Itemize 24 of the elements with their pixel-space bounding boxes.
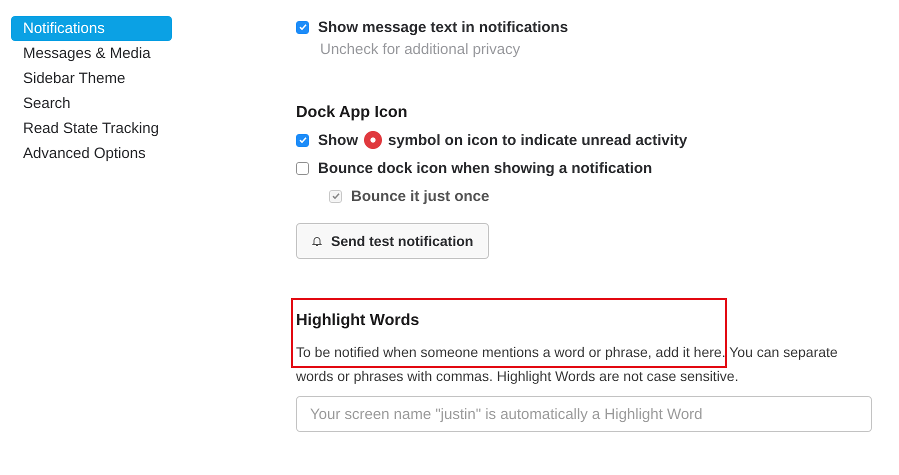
option-label: Bounce it just once <box>351 188 490 204</box>
sidebar-item[interactable]: Advanced Options <box>11 141 172 166</box>
checkbox[interactable] <box>296 20 309 34</box>
sidebar-item[interactable]: Messages & Media <box>11 41 172 66</box>
sidebar-item[interactable]: Read State Tracking <box>11 116 172 141</box>
option-label: Show <box>318 132 358 148</box>
sidebar-item[interactable]: Search <box>11 91 172 116</box>
send-test-notification-button[interactable]: Send test notification <box>296 223 489 259</box>
check-icon <box>298 22 308 32</box>
check-icon <box>298 135 308 145</box>
sidebar-item[interactable]: Sidebar Theme <box>11 66 172 91</box>
bell-icon <box>311 235 323 247</box>
option-label: Show message text in notifications <box>318 18 568 36</box>
badge-icon <box>364 131 382 149</box>
section-heading: Dock App Icon <box>296 104 408 122</box>
section-heading: Highlight Words <box>296 312 420 330</box>
highlight-words-input[interactable]: Your screen name "justin" is automatically a Highlight Word <box>296 396 872 432</box>
option-hint: Uncheck for additional privacy <box>320 41 522 58</box>
checkbox[interactable] <box>296 162 309 174</box>
option-label: Bounce dock icon when showing a notification <box>318 160 652 176</box>
option-label: symbol on icon to indicate unread activity <box>388 132 688 148</box>
description-text: To be notified when someone mentions a word or phrase, add it here. You can separate words or phrases with commas. Highlight Words are not case sensitive. <box>296 343 839 386</box>
check-icon <box>330 191 340 201</box>
checkbox[interactable] <box>296 134 309 146</box>
